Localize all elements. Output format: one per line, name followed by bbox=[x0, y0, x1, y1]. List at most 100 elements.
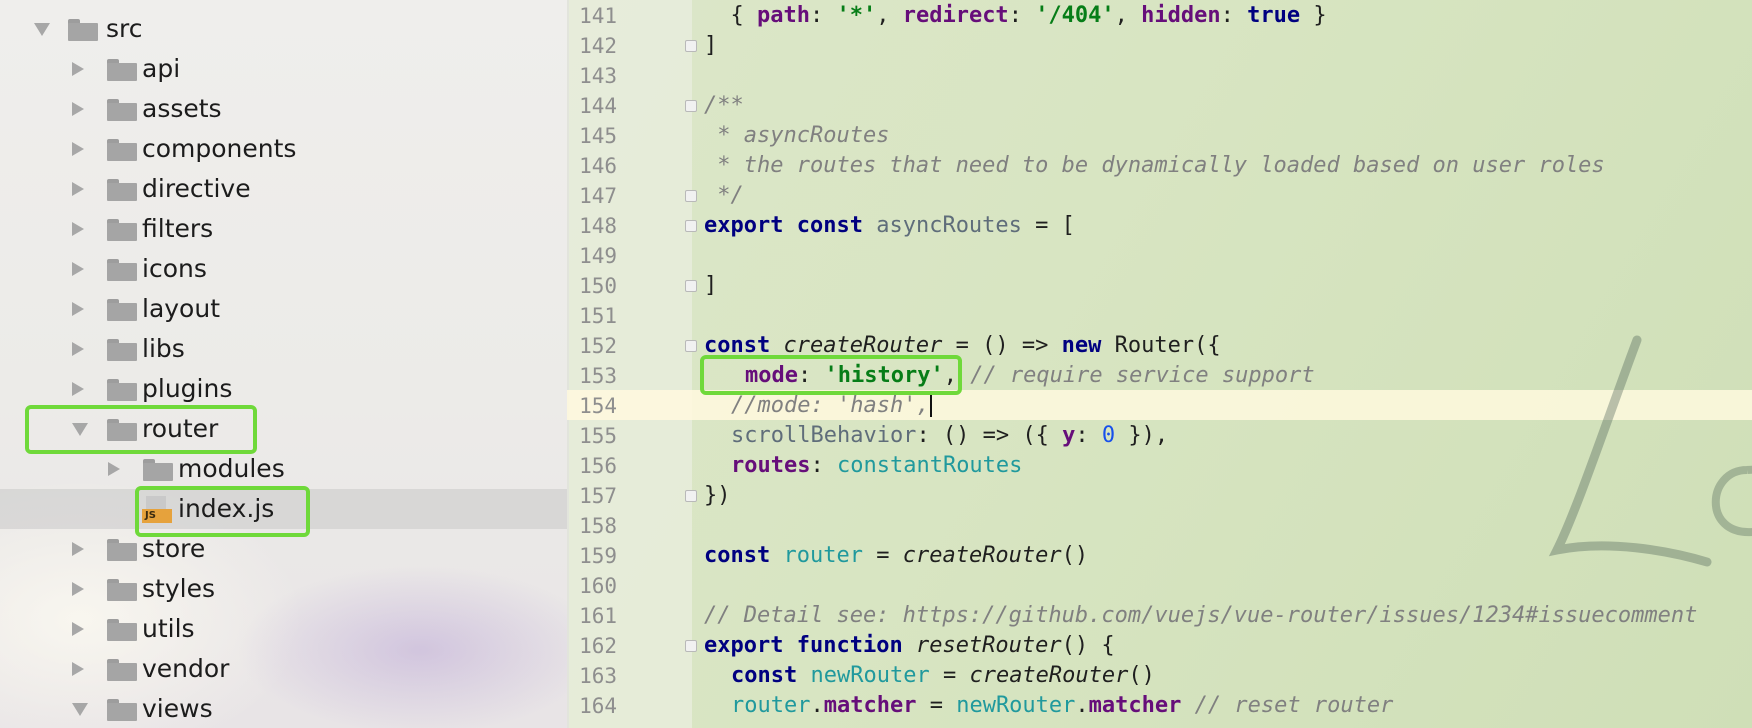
tree-item-views[interactable]: views bbox=[0, 689, 567, 728]
chevron-right-icon[interactable] bbox=[72, 62, 84, 76]
code-line-155: scrollBehavior: () => ({ y: 0 }), bbox=[731, 423, 1169, 448]
tree-item-plugins[interactable]: plugins bbox=[0, 369, 567, 409]
tree-item-icons[interactable]: icons bbox=[0, 249, 567, 289]
tree-item-layout[interactable]: layout bbox=[0, 289, 567, 329]
tree-item-vendor[interactable]: vendor bbox=[0, 649, 567, 689]
tree-item-label: vendor bbox=[142, 654, 230, 683]
project-tree: src api assets components directive filt… bbox=[0, 0, 567, 728]
fold-marker-icon[interactable] bbox=[685, 220, 697, 232]
line-number: 150 bbox=[579, 274, 617, 298]
tree-item-label: plugins bbox=[142, 374, 233, 403]
line-number: 151 bbox=[579, 304, 617, 328]
tree-item-label: directive bbox=[142, 174, 251, 203]
tree-item-libs[interactable]: libs bbox=[0, 329, 567, 369]
folder-icon bbox=[107, 99, 137, 121]
tree-item-label: styles bbox=[142, 574, 215, 603]
folder-icon bbox=[107, 259, 137, 281]
folder-icon bbox=[143, 459, 173, 481]
folder-icon bbox=[107, 139, 137, 161]
tree-item-styles[interactable]: styles bbox=[0, 569, 567, 609]
chevron-right-icon[interactable] bbox=[72, 622, 84, 636]
tree-item-label: store bbox=[142, 534, 206, 563]
chevron-right-icon[interactable] bbox=[72, 582, 84, 596]
chevron-right-icon[interactable] bbox=[72, 222, 84, 236]
tree-item-label: api bbox=[142, 54, 181, 83]
folder-icon bbox=[107, 659, 137, 681]
highlight-box-index-js bbox=[135, 486, 310, 537]
line-number: 156 bbox=[579, 454, 617, 478]
tree-item-label: filters bbox=[142, 214, 214, 243]
tree-item-assets[interactable]: assets bbox=[0, 89, 567, 129]
folder-icon bbox=[107, 339, 137, 361]
chevron-down-icon[interactable] bbox=[72, 703, 88, 716]
folder-icon bbox=[107, 299, 137, 321]
tree-item-label: modules bbox=[178, 454, 285, 483]
code-line-142: ] bbox=[704, 33, 718, 58]
fold-marker-icon[interactable] bbox=[685, 40, 697, 52]
fold-marker-icon[interactable] bbox=[685, 340, 697, 352]
highlight-box-router bbox=[25, 405, 257, 454]
tree-item-modules[interactable]: modules bbox=[0, 449, 567, 489]
folder-icon bbox=[107, 179, 137, 201]
code-line-145: * asyncRoutes bbox=[704, 123, 890, 148]
chevron-down-icon[interactable] bbox=[34, 23, 50, 36]
line-number: 148 bbox=[579, 214, 617, 238]
line-number: 153 bbox=[579, 364, 617, 388]
tree-item-label: utils bbox=[142, 614, 195, 643]
chevron-right-icon[interactable] bbox=[72, 542, 84, 556]
line-number: 145 bbox=[579, 124, 617, 148]
line-number: 162 bbox=[579, 634, 617, 658]
line-number: 152 bbox=[579, 334, 617, 358]
tree-item-directive[interactable]: directive bbox=[0, 169, 567, 209]
code-editor[interactable]: 141 142 143 144 145 146 147 148 149 150 … bbox=[567, 0, 1752, 728]
line-number: 161 bbox=[579, 604, 617, 628]
chevron-right-icon[interactable] bbox=[72, 102, 84, 116]
line-number: 154 bbox=[579, 394, 617, 418]
folder-icon bbox=[107, 619, 137, 641]
chevron-right-icon[interactable] bbox=[72, 182, 84, 196]
code-line-148: export const asyncRoutes = [ bbox=[704, 213, 1075, 238]
code-line-161: // Detail see: https://github.com/vuejs/… bbox=[704, 603, 1698, 628]
line-number: 141 bbox=[579, 4, 617, 28]
fold-marker-icon[interactable] bbox=[685, 100, 697, 112]
chevron-right-icon[interactable] bbox=[108, 462, 120, 476]
fold-marker-icon[interactable] bbox=[685, 280, 697, 292]
fold-marker-icon[interactable] bbox=[685, 190, 697, 202]
tree-item-src[interactable]: src bbox=[0, 9, 567, 49]
chevron-right-icon[interactable] bbox=[72, 262, 84, 276]
tree-item-label: layout bbox=[142, 294, 221, 323]
tree-item-components[interactable]: components bbox=[0, 129, 567, 169]
folder-icon bbox=[107, 219, 137, 241]
line-number: 142 bbox=[579, 34, 617, 58]
line-number: 146 bbox=[579, 154, 617, 178]
line-number: 157 bbox=[579, 484, 617, 508]
chevron-right-icon[interactable] bbox=[72, 662, 84, 676]
fold-marker-icon[interactable] bbox=[685, 490, 697, 502]
tree-item-label: components bbox=[142, 134, 297, 163]
love-watermark-image bbox=[1548, 335, 1752, 567]
tree-item-api[interactable]: api bbox=[0, 49, 567, 89]
folder-icon bbox=[107, 579, 137, 601]
folder-icon bbox=[107, 59, 137, 81]
tree-item-utils[interactable]: utils bbox=[0, 609, 567, 649]
tree-item-label: assets bbox=[142, 94, 222, 123]
code-line-159: const router = createRouter() bbox=[704, 543, 1089, 568]
code-line-163: const newRouter = createRouter() bbox=[731, 663, 1155, 688]
tree-item-label: icons bbox=[142, 254, 207, 283]
code-line-147: */ bbox=[704, 183, 744, 208]
line-number: 147 bbox=[579, 184, 617, 208]
code-line-154[interactable]: //mode: 'hash', bbox=[731, 391, 932, 421]
chevron-right-icon[interactable] bbox=[72, 342, 84, 356]
folder-icon bbox=[107, 539, 137, 561]
fold-marker-icon[interactable] bbox=[685, 640, 697, 652]
line-number: 144 bbox=[579, 94, 617, 118]
code-line-162: export function resetRouter() { bbox=[704, 633, 1115, 658]
chevron-right-icon[interactable] bbox=[72, 142, 84, 156]
code-line-164: router.matcher = newRouter.matcher // re… bbox=[731, 693, 1394, 718]
chevron-right-icon[interactable] bbox=[72, 302, 84, 316]
line-number: 164 bbox=[579, 694, 617, 718]
chevron-right-icon[interactable] bbox=[72, 382, 84, 396]
tree-item-filters[interactable]: filters bbox=[0, 209, 567, 249]
line-number: 143 bbox=[579, 64, 617, 88]
tree-item-label: views bbox=[142, 694, 213, 723]
